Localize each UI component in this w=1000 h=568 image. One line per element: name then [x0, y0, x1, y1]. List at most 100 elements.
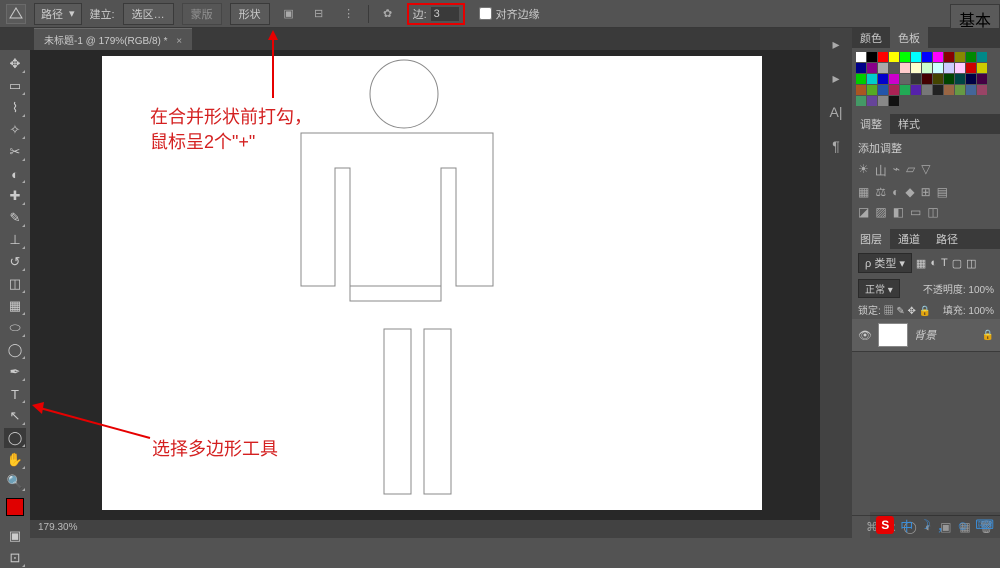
swatch[interactable] [856, 85, 866, 95]
swatch[interactable] [911, 85, 921, 95]
adj-bw-icon[interactable]: ◐ [892, 185, 899, 199]
ime-sogou-icon[interactable]: S [876, 516, 894, 534]
path-op-combine-icon[interactable]: ▣ [278, 5, 300, 23]
swatch[interactable] [944, 63, 954, 73]
adj-mixer-icon[interactable]: ⊞ [921, 185, 931, 199]
screenmode-toggle[interactable]: ⊡ [4, 548, 26, 568]
ime-keyboard-icon[interactable]: ⌨ [975, 517, 994, 533]
swatch[interactable] [878, 74, 888, 84]
ime-lang[interactable]: 中 [900, 516, 913, 535]
swatch[interactable] [944, 74, 954, 84]
swatch[interactable] [922, 74, 932, 84]
filter-smart-icon[interactable]: ◫ [966, 257, 976, 270]
swatch[interactable] [977, 85, 987, 95]
zoom-level[interactable]: 179.30% [38, 522, 77, 533]
adj-vibrance-icon[interactable]: ▽ [921, 162, 930, 179]
swatch[interactable] [922, 52, 932, 62]
swatch[interactable] [856, 74, 866, 84]
swatch[interactable] [955, 63, 965, 73]
quickmask-toggle[interactable]: ▣ [4, 526, 26, 546]
swatch[interactable] [944, 85, 954, 95]
layer-thumb[interactable] [878, 323, 908, 347]
align-edges-checkbox[interactable]: 对齐边缘 [479, 6, 540, 22]
swatch[interactable] [922, 63, 932, 73]
dodge-tool[interactable]: ◯ [4, 340, 26, 360]
swatch[interactable] [900, 52, 910, 62]
dock-history-icon[interactable]: ▸ [826, 34, 846, 54]
swatch[interactable] [878, 63, 888, 73]
heal-tool[interactable]: ✚ [4, 186, 26, 206]
filter-pixel-icon[interactable]: ▦ [916, 257, 926, 270]
swatch[interactable] [856, 63, 866, 73]
swatch[interactable] [867, 63, 877, 73]
tab-styles[interactable]: 样式 [890, 113, 928, 135]
swatch[interactable] [977, 74, 987, 84]
selection-button[interactable]: 选区… [123, 3, 174, 25]
adj-curves-icon[interactable]: ⌁ [893, 162, 900, 179]
eraser-tool[interactable]: ◫ [4, 274, 26, 294]
swatch[interactable] [856, 96, 866, 106]
adj-lookup-icon[interactable]: ▤ [937, 185, 948, 199]
adj-exposure-icon[interactable]: ▱ [906, 162, 915, 179]
swatch[interactable] [955, 85, 965, 95]
path-align-icon[interactable]: ⊟ [308, 5, 330, 23]
ime-moon-icon[interactable]: ☽ [919, 517, 931, 533]
swatch[interactable] [900, 74, 910, 84]
polygon-shape-tool[interactable]: ◯ [4, 428, 26, 448]
lock-all-icon[interactable]: 🔒 [919, 306, 931, 317]
swatch[interactable] [911, 52, 921, 62]
swatch[interactable] [900, 85, 910, 95]
filter-shape-icon[interactable]: ▢ [952, 257, 962, 270]
path-select-tool[interactable]: ↖ [4, 406, 26, 426]
shape-button[interactable]: 形状 [230, 3, 270, 25]
dock-paragraph-icon[interactable]: ¶ [826, 136, 846, 156]
swatch[interactable] [966, 85, 976, 95]
eye-icon[interactable]: 👁 [858, 329, 872, 342]
swatch[interactable] [867, 85, 877, 95]
dock-properties-icon[interactable]: ▸ [826, 68, 846, 88]
stamp-tool[interactable]: ⊥ [4, 230, 26, 250]
adj-balance-icon[interactable]: ⚖ [875, 185, 886, 199]
adj-poster-icon[interactable]: ▨ [875, 205, 886, 219]
swatch[interactable] [977, 63, 987, 73]
swatch[interactable] [900, 63, 910, 73]
swatch[interactable] [977, 52, 987, 62]
adj-thresh-icon[interactable]: ◧ [893, 205, 904, 219]
adj-levels-icon[interactable]: ⼭ [875, 162, 887, 179]
eyedropper-tool[interactable]: ◐ [4, 164, 26, 184]
adj-gradmap-icon[interactable]: ▭ [910, 205, 921, 219]
swatch[interactable] [867, 74, 877, 84]
swatch[interactable] [933, 52, 943, 62]
tab-paths[interactable]: 路径 [928, 228, 966, 250]
blend-mode-select[interactable]: 正常 ▾ [858, 279, 900, 298]
ime-comma-icon[interactable]: ， [937, 516, 950, 535]
tab-color[interactable]: 颜色 [852, 27, 890, 49]
lasso-tool[interactable]: ⌇ [4, 98, 26, 118]
swatch[interactable] [911, 74, 921, 84]
swatch[interactable] [889, 74, 899, 84]
layer-background[interactable]: 👁 背景 🔒 [852, 319, 1000, 352]
crop-tool[interactable]: ✂ [4, 142, 26, 162]
swatch[interactable] [922, 85, 932, 95]
marquee-tool[interactable]: ▭ [4, 76, 26, 96]
path-arrange-icon[interactable]: ⋮ [338, 5, 360, 23]
move-tool[interactable]: ✥ [4, 54, 26, 74]
swatch[interactable] [955, 52, 965, 62]
lock-trans-icon[interactable]: ▦ [884, 306, 894, 317]
swatch[interactable] [867, 96, 877, 106]
sides-input[interactable] [431, 7, 459, 21]
history-brush-tool[interactable]: ↺ [4, 252, 26, 272]
document-tab[interactable]: 未标题-1 @ 179%(RGB/8) * × [34, 28, 192, 50]
swatch[interactable] [966, 52, 976, 62]
swatch[interactable] [889, 85, 899, 95]
ime-face-icon[interactable]: ☺ [956, 518, 969, 533]
swatch[interactable] [878, 96, 888, 106]
swatch[interactable] [933, 63, 943, 73]
adj-select-icon[interactable]: ◫ [927, 205, 938, 219]
swatch[interactable] [955, 74, 965, 84]
hand-tool[interactable]: ✋ [4, 450, 26, 470]
foreground-color[interactable] [6, 498, 24, 516]
swatch[interactable] [966, 74, 976, 84]
swatch[interactable] [933, 85, 943, 95]
align-edges-input[interactable] [479, 7, 492, 20]
